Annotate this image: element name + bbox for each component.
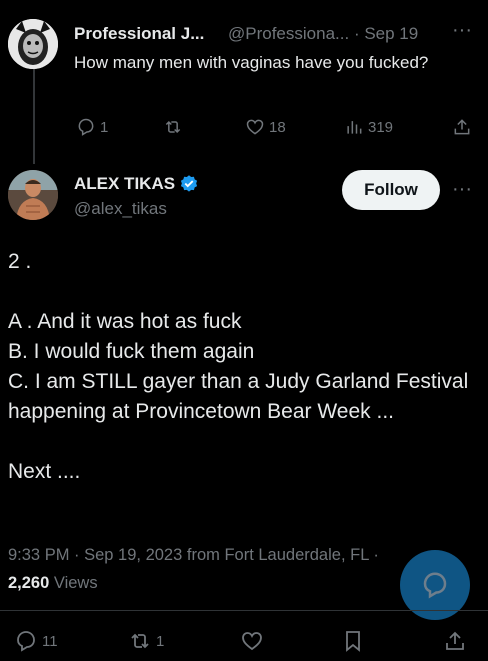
main-repost-button[interactable]: 1 [128,629,164,653]
share-icon [446,631,464,650]
reply-reply-button[interactable]: 1 [76,117,108,137]
repost-icon [131,633,149,649]
reply-count: 11 [42,632,58,650]
tweet-timestamp-location[interactable]: 9:33 PM · Sep 19, 2023 from Fort Lauderd… [8,546,379,564]
reply-handle[interactable]: @Professiona... [228,24,349,43]
reply-text: How many men with vaginas have you fucke… [74,53,429,72]
share-icon [454,119,470,135]
bookmark-button[interactable] [341,629,365,653]
reply-icon [78,118,94,136]
main-share-button[interactable] [443,629,467,653]
bookmark-icon [346,631,360,652]
verified-badge-icon [180,175,198,192]
reply-more-button[interactable]: ··· [452,19,472,42]
avatar[interactable] [8,170,58,220]
views-label: Views [49,574,98,592]
tweet-body: 2 . A . And it was hot as fuck B. I woul… [8,250,469,483]
avatar[interactable] [8,19,58,69]
repost-count: 1 [156,632,165,650]
reply-views-button[interactable]: 319 [344,117,393,137]
thread-line [33,60,35,164]
main-display-name[interactable]: ALEX TIKAS [74,174,175,194]
reply-display-name[interactable]: Professional J... [74,24,204,44]
views-icon [347,121,362,134]
like-icon [242,632,262,651]
views-count: 2,260 [8,574,50,592]
like-icon [246,119,264,135]
main-more-button[interactable]: ··· [452,178,472,201]
repost-icon [165,120,181,134]
main-like-button[interactable] [240,629,264,653]
tweet-meta: 9:33 PM · Sep 19, 2023 from Fort Lauderd… [8,541,408,597]
follow-button[interactable]: Follow [342,170,440,210]
reply-count: 1 [100,118,109,136]
reply-date[interactable]: · Sep 19 [354,24,418,43]
compose-icon [423,572,447,599]
reply-like-button[interactable]: 18 [245,117,286,137]
reply-handle-and-date[interactable]: @Professiona... · Sep 19 [228,24,418,44]
reply-icon [17,631,35,652]
main-handle[interactable]: @alex_tikas [74,199,167,219]
main-display-name-row[interactable]: ALEX TIKAS [74,174,199,194]
reply-repost-button[interactable] [163,117,187,137]
like-count: 18 [269,118,286,136]
main-reply-button[interactable]: 11 [14,629,58,653]
views-count: 319 [368,118,394,136]
reply-share-button[interactable] [452,117,472,137]
divider [0,610,488,611]
